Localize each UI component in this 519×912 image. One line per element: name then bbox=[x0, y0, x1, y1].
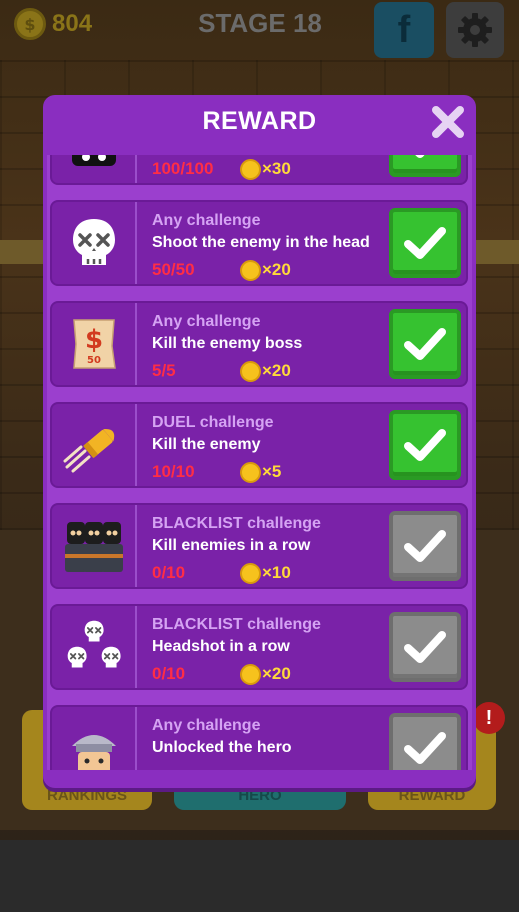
coin-icon bbox=[240, 664, 261, 685]
coin-icon bbox=[240, 563, 261, 584]
challenge-type: BLACKLIST challenge bbox=[152, 616, 321, 633]
coin-count: 804 bbox=[52, 10, 93, 37]
claim-button[interactable] bbox=[389, 612, 461, 682]
bullet-icon bbox=[52, 404, 137, 486]
challenge-type: BLACKLIST challenge bbox=[152, 515, 321, 532]
claim-button[interactable] bbox=[389, 208, 461, 278]
close-icon bbox=[432, 106, 464, 138]
checkmark-icon bbox=[404, 530, 446, 562]
challenge-card: Any challenge Unlocked the hero bbox=[50, 705, 468, 770]
claim-button[interactable] bbox=[389, 410, 461, 480]
challenge-card: 100/100 ×30 bbox=[50, 155, 468, 185]
coin-icon bbox=[240, 462, 261, 483]
checkmark-icon bbox=[404, 429, 446, 461]
claim-button[interactable] bbox=[389, 155, 461, 177]
checkmark-icon bbox=[415, 155, 425, 158]
checkmark-icon bbox=[404, 227, 446, 259]
challenge-description: Shoot the enemy in the head bbox=[152, 234, 370, 251]
enemy-group-icon bbox=[52, 505, 137, 587]
challenge-progress: 0/10 bbox=[152, 664, 186, 683]
checkmark-icon bbox=[404, 631, 446, 663]
settings-button[interactable] bbox=[446, 2, 504, 58]
gear-icon bbox=[458, 13, 492, 47]
challenge-reward: ×20 bbox=[262, 260, 291, 279]
challenge-reward: ×10 bbox=[262, 563, 291, 582]
svg-text:$: $ bbox=[84, 325, 102, 355]
skull-icon bbox=[52, 202, 137, 284]
challenge-reward: ×30 bbox=[262, 159, 291, 178]
close-button[interactable] bbox=[429, 103, 467, 141]
stage-label: STAGE 18 bbox=[198, 8, 322, 38]
challenge-description: Kill the enemy bbox=[152, 436, 261, 453]
challenge-type: DUEL challenge bbox=[152, 414, 274, 431]
coin-icon bbox=[240, 260, 261, 281]
bottom-bar bbox=[0, 840, 519, 912]
checkmark-icon bbox=[404, 732, 446, 764]
skull-pile-icon bbox=[52, 606, 137, 688]
facebook-button[interactable]: f bbox=[374, 2, 434, 58]
challenge-card: $ 50 Any challenge Kill the enemy boss 5… bbox=[50, 301, 468, 387]
challenge-card: BLACKLIST challenge Headshot in a row 0/… bbox=[50, 604, 468, 690]
challenge-reward: ×20 bbox=[262, 664, 291, 683]
challenge-type: Any challenge bbox=[152, 717, 261, 734]
challenge-reward: ×20 bbox=[262, 361, 291, 380]
challenge-progress: 10/10 bbox=[152, 462, 195, 481]
challenge-card: Any challenge Shoot the enemy in the hea… bbox=[50, 200, 468, 286]
challenge-description: Kill enemies in a row bbox=[152, 537, 311, 554]
dialog-header: REWARD bbox=[43, 95, 476, 147]
masked-thief-icon bbox=[52, 155, 137, 183]
challenge-progress: 5/5 bbox=[152, 361, 176, 380]
alert-badge: ! bbox=[473, 702, 505, 734]
checkmark-icon bbox=[404, 328, 446, 360]
hero-face-icon bbox=[52, 707, 137, 770]
coin-icon bbox=[240, 159, 261, 180]
claim-button[interactable] bbox=[389, 309, 461, 379]
claim-button[interactable] bbox=[389, 713, 461, 770]
challenge-list[interactable]: 100/100 ×30 Any challenge Shoot the enem… bbox=[47, 155, 472, 770]
challenge-description: Kill the enemy boss bbox=[152, 335, 303, 352]
challenge-progress: 100/100 bbox=[152, 159, 214, 178]
svg-text:50: 50 bbox=[87, 355, 101, 366]
challenge-reward: ×5 bbox=[262, 462, 282, 481]
reward-dialog: REWARD 100/100 ×30 Any challenge Shoot t… bbox=[43, 95, 476, 788]
challenge-card: DUEL challenge Kill the enemy 10/10 ×5 bbox=[50, 402, 468, 488]
challenge-type: Any challenge bbox=[152, 313, 261, 330]
challenge-description: Unlocked the hero bbox=[152, 739, 292, 756]
challenge-type: Any challenge bbox=[152, 212, 261, 229]
coin-icon: $ bbox=[14, 8, 46, 40]
challenge-description: Headshot in a row bbox=[152, 638, 290, 655]
claim-button[interactable] bbox=[389, 511, 461, 581]
challenge-progress: 0/10 bbox=[152, 563, 186, 582]
wanted-poster-icon: $ 50 bbox=[52, 303, 137, 385]
challenge-card: BLACKLIST challenge Kill enemies in a ro… bbox=[50, 503, 468, 589]
challenge-progress: 50/50 bbox=[152, 260, 195, 279]
coin-icon bbox=[240, 361, 261, 382]
dialog-title: REWARD bbox=[202, 107, 317, 135]
